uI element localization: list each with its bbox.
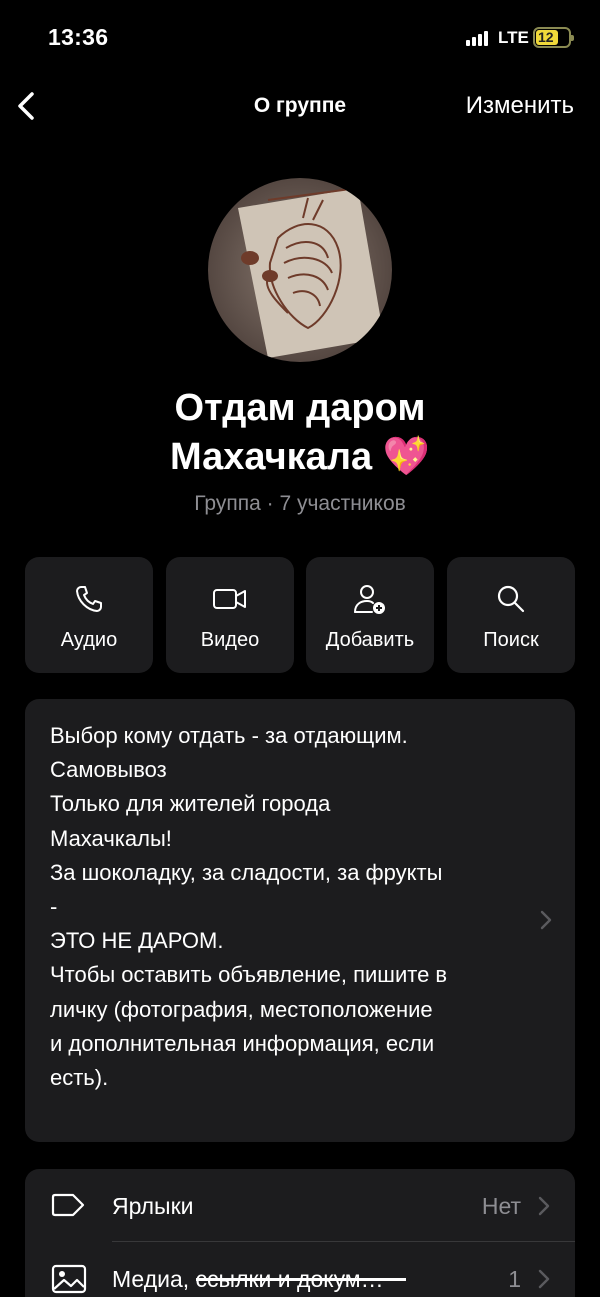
battery-level: 12 bbox=[538, 29, 554, 45]
group-name-line1: Отдам даром bbox=[174, 387, 426, 429]
chevron-right-icon bbox=[538, 1196, 550, 1216]
search-icon bbox=[497, 585, 525, 613]
video-label: Видео bbox=[200, 629, 260, 651]
strikethrough-mark bbox=[196, 1278, 406, 1281]
chevron-right-icon bbox=[540, 910, 552, 930]
status-time: 13:36 bbox=[48, 24, 109, 50]
group-avatar[interactable] bbox=[208, 178, 392, 362]
list-item-labels[interactable]: Ярлыки Нет bbox=[25, 1169, 575, 1242]
add-member-button[interactable]: Добавить bbox=[306, 557, 434, 673]
edit-button[interactable]: Изменить bbox=[466, 92, 574, 120]
search-button[interactable]: Поиск bbox=[447, 557, 575, 673]
video-icon bbox=[213, 589, 246, 609]
list-item-media[interactable]: Медиа, ссылки и докум… 1 bbox=[25, 1242, 575, 1297]
labels-value: Нет bbox=[481, 1193, 521, 1219]
group-subtitle: Группа · 7 участников bbox=[194, 492, 406, 515]
group-name: Отдам даром Махачкала 💖 bbox=[0, 384, 600, 482]
audio-label: Аудио bbox=[60, 629, 118, 651]
group-name-line2: Махачкала 💖 bbox=[170, 436, 430, 478]
media-count: 1 bbox=[508, 1266, 521, 1292]
action-buttons: Аудио Видео Добавить Поиск bbox=[25, 557, 575, 673]
group-description-card[interactable]: Выбор кому отдать - за отдающим. Самовыв… bbox=[25, 699, 575, 1142]
image-icon bbox=[51, 1264, 87, 1294]
signal-icon bbox=[466, 30, 492, 46]
audio-call-button[interactable]: Аудио bbox=[25, 557, 153, 673]
video-call-button[interactable]: Видео bbox=[166, 557, 294, 673]
add-label: Добавить bbox=[325, 629, 415, 651]
add-user-icon bbox=[354, 585, 385, 614]
search-label: Поиск bbox=[483, 629, 539, 651]
tag-icon bbox=[51, 1193, 85, 1217]
labels-title: Ярлыки bbox=[112, 1193, 194, 1219]
status-bar: 13:36 LTE 12 bbox=[0, 0, 600, 76]
phone-icon bbox=[76, 586, 102, 612]
nav-bar: О группе Изменить bbox=[0, 80, 600, 134]
group-description: Выбор кому отдать - за отдающим. Самовыв… bbox=[50, 723, 448, 1091]
network-type: LTE bbox=[498, 28, 529, 47]
chevron-right-icon bbox=[538, 1269, 550, 1289]
battery-icon: 12 bbox=[533, 27, 574, 48]
